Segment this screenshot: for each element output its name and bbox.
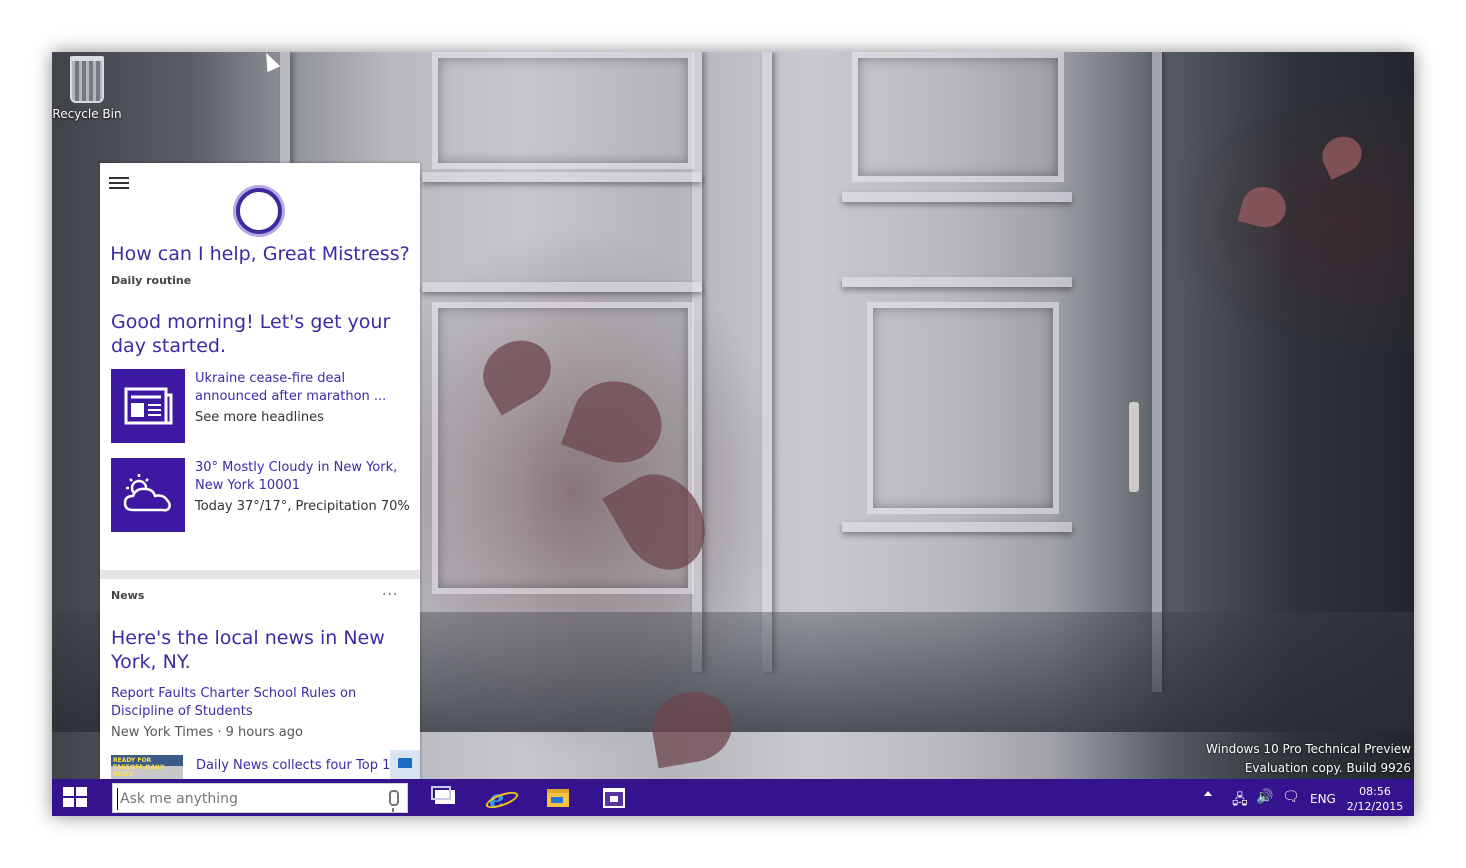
wallpaper-door-rail bbox=[842, 192, 1072, 202]
watermark-line2: Evaluation copy. Build 9926 bbox=[1244, 761, 1411, 775]
wallpaper-door-frame bbox=[762, 52, 772, 672]
local-news-headline: Here's the local news in New York, NY. bbox=[111, 627, 385, 673]
weather-forecast: Today 37°/17°, Precipitation 70% bbox=[195, 499, 410, 514]
wallpaper-door-rail bbox=[422, 282, 702, 292]
wallpaper-door-rail bbox=[422, 172, 702, 182]
search-box[interactable] bbox=[112, 783, 408, 813]
volume-icon[interactable]: 🔊 bbox=[1256, 789, 1273, 805]
file-explorer-icon bbox=[547, 789, 569, 807]
show-hidden-icons-icon[interactable] bbox=[1204, 791, 1212, 796]
clock-date: 2/12/2015 bbox=[1346, 800, 1404, 813]
clock[interactable]: 08:56 2/12/2015 bbox=[1343, 784, 1407, 814]
news-story-link[interactable]: Daily News collects four Top 10 bbox=[196, 757, 396, 775]
clock-time: 08:56 bbox=[1359, 785, 1391, 798]
microphone-icon[interactable] bbox=[389, 790, 399, 812]
news-story-link[interactable]: Report Faults Charter School Rules on Di… bbox=[111, 685, 371, 721]
recycle-bin-label: Recycle Bin bbox=[52, 107, 122, 121]
hamburger-menu-icon[interactable] bbox=[109, 177, 129, 191]
internet-explorer-button[interactable]: e bbox=[479, 779, 523, 816]
start-button[interactable] bbox=[52, 779, 100, 816]
feedback-icon bbox=[398, 758, 412, 768]
windows-logo-icon bbox=[63, 787, 87, 807]
see-more-headlines[interactable]: See more headlines bbox=[195, 410, 415, 425]
wallpaper-door-panel bbox=[432, 52, 694, 169]
taskbar: e 🖧 🔊 🗨 ENG 08:56 2/12/2015 bbox=[52, 779, 1414, 816]
weather-link[interactable]: 30° Mostly Cloudy in New York, New York … bbox=[195, 459, 410, 495]
news-thumbnail-text: READY FOR TAKEOFF DAILY NEWS bbox=[113, 757, 165, 778]
recycle-bin[interactable]: Recycle Bin bbox=[52, 56, 122, 121]
evaluation-watermark: Windows 10 Pro Technical Preview Evaluat… bbox=[1206, 740, 1411, 778]
desktop: Recycle Bin Windows 10 Pro Technical Pre… bbox=[52, 52, 1414, 816]
wallpaper-door-panel bbox=[852, 52, 1064, 182]
daily-routine-headline: Good morning! Let's get your day started… bbox=[111, 311, 391, 357]
wallpaper-door-hinge bbox=[1129, 402, 1139, 492]
action-center-icon[interactable]: 🗨 bbox=[1282, 789, 1300, 805]
partly-cloudy-icon[interactable] bbox=[111, 458, 185, 532]
search-input[interactable] bbox=[117, 788, 382, 810]
wallpaper-flower bbox=[1316, 130, 1368, 180]
more-options-icon[interactable]: ··· bbox=[382, 587, 398, 603]
language-indicator[interactable]: ENG bbox=[1310, 792, 1336, 806]
task-view-button[interactable] bbox=[423, 779, 467, 816]
task-view-icon bbox=[431, 786, 455, 804]
news-story-meta: New York Times · 9 hours ago bbox=[111, 725, 303, 740]
recycle-bin-icon[interactable] bbox=[70, 56, 104, 103]
feedback-button[interactable] bbox=[390, 750, 420, 779]
wallpaper-door-rail bbox=[842, 277, 1072, 287]
section-divider bbox=[100, 570, 420, 579]
news-thumbnail[interactable]: READY FOR TAKEOFF DAILY NEWS bbox=[111, 755, 183, 779]
watermark-line1: Windows 10 Pro Technical Preview bbox=[1206, 742, 1411, 756]
cortana-icon bbox=[236, 188, 282, 234]
news-label: News bbox=[111, 589, 145, 602]
file-explorer-button[interactable] bbox=[535, 779, 579, 816]
store-button[interactable] bbox=[591, 779, 635, 816]
mouse-cursor-icon bbox=[259, 52, 281, 73]
wallpaper-flower bbox=[1237, 181, 1291, 233]
wallpaper-door-panel bbox=[867, 302, 1059, 514]
wallpaper-door-rail bbox=[842, 522, 1072, 532]
news-headline-link[interactable]: Ukraine cease-fire deal announced after … bbox=[195, 370, 410, 406]
daily-routine-label: Daily routine bbox=[111, 274, 192, 287]
network-icon[interactable]: 🖧 bbox=[1232, 789, 1248, 813]
internet-explorer-icon: e bbox=[489, 784, 505, 813]
cortana-panel: How can I help, Great Mistress? Daily ro… bbox=[100, 163, 420, 779]
wallpaper-door-frame bbox=[1152, 52, 1162, 692]
store-icon bbox=[603, 788, 625, 808]
newspaper-icon[interactable] bbox=[111, 369, 185, 443]
cortana-greeting: How can I help, Great Mistress? bbox=[110, 243, 410, 265]
